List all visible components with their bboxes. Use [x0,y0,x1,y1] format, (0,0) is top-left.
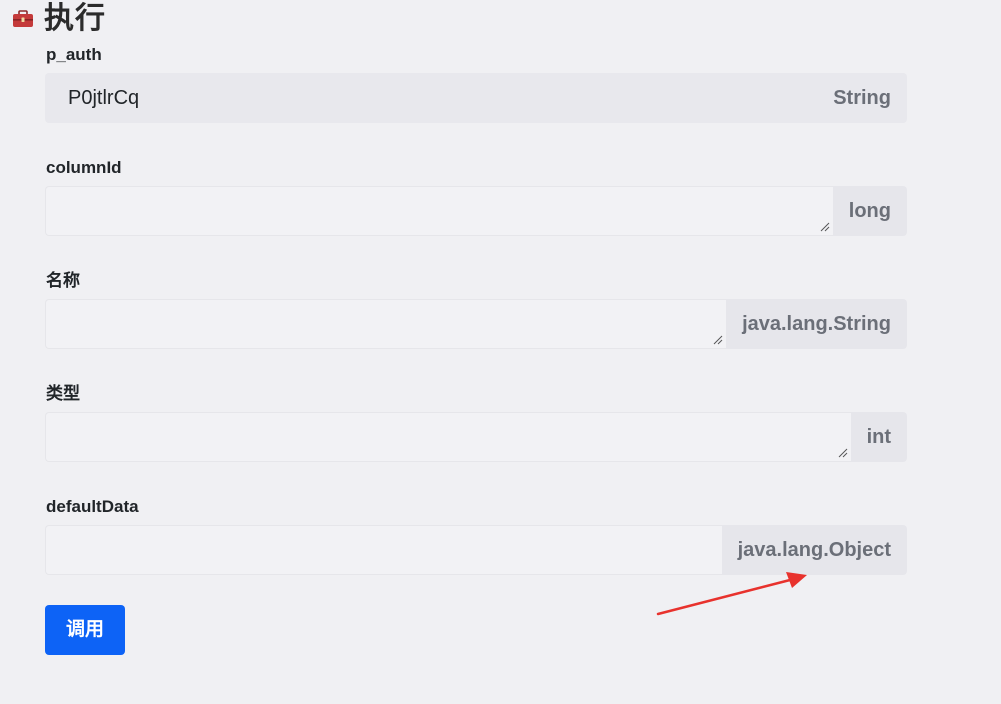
page-header: 执行 [12,0,106,38]
toolbox-icon [13,10,33,27]
column-id-textarea[interactable] [45,186,833,236]
input-group: int [45,412,907,462]
resize-grip-icon[interactable] [838,448,848,458]
annotation-arrow-icon [656,572,807,616]
p-auth-input[interactable]: P0jtlrCq [45,73,818,123]
type-addon: String [817,73,907,123]
page: 执行 p_auth P0jtlrCq String columnId long [0,0,1001,704]
field-label: p_auth [46,45,102,64]
type-addon: java.lang.String [726,299,907,349]
invoke-button[interactable]: 调用 [45,605,125,655]
input-group: long [45,186,907,236]
field-label: 类型 [46,384,80,403]
input-group: java.lang.String [45,299,907,349]
resize-grip-icon[interactable] [713,335,723,345]
name-textarea[interactable] [45,299,727,349]
field-label: 名称 [46,271,80,290]
type-textarea[interactable] [45,412,851,462]
default-data-input[interactable] [45,525,722,575]
type-addon: long [832,186,907,236]
input-group: P0jtlrCq String [45,73,907,123]
resize-grip-icon[interactable] [820,222,830,232]
field-label: defaultData [46,497,139,516]
type-addon: int [850,412,907,462]
field-label: columnId [46,158,122,177]
page-title: 执行 [44,2,106,35]
